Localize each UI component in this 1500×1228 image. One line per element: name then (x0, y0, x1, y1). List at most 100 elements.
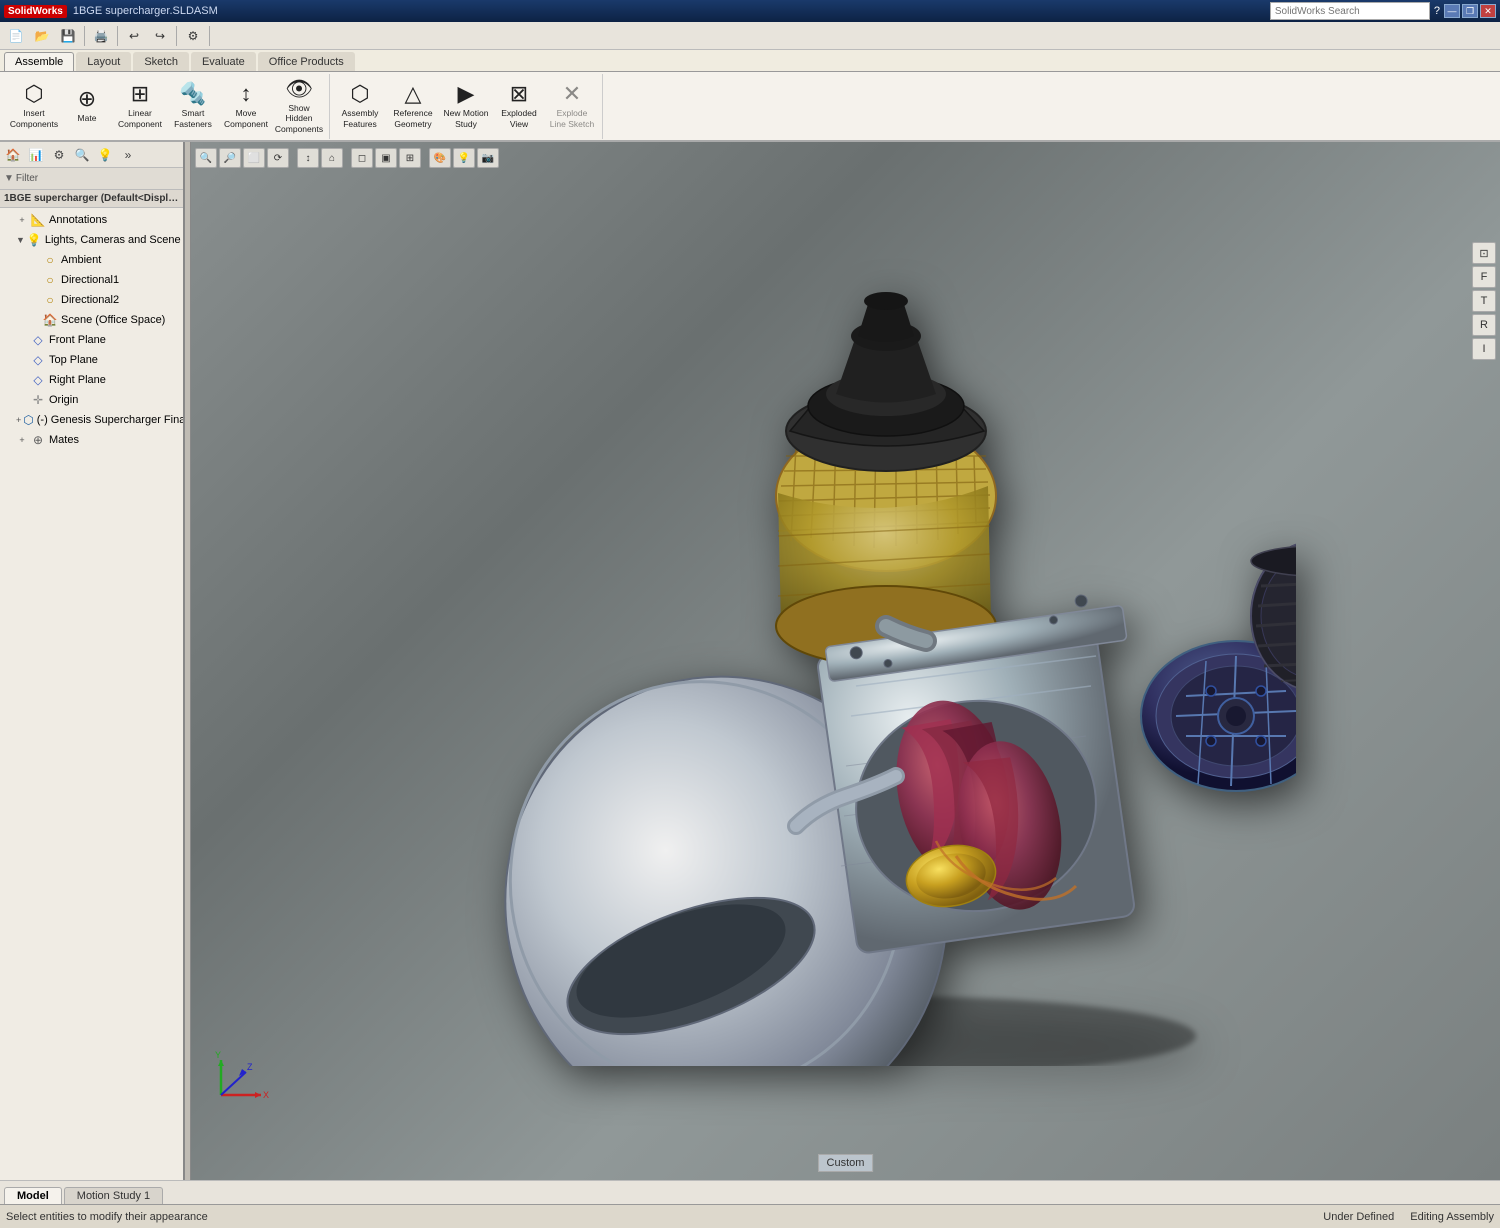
top-plane-icon: ◇ (30, 352, 46, 368)
display-mode-button[interactable]: ◻ (351, 148, 373, 168)
solidworks-logo: SolidWorks (4, 5, 67, 18)
orient-button[interactable]: ⌂ (321, 148, 343, 168)
lighting-button[interactable]: 💡 (453, 148, 475, 168)
exploded-view-button[interactable]: ⊠ Exploded View (493, 76, 545, 136)
new-file-button[interactable]: 📄 (4, 24, 28, 48)
panel-expand-button[interactable]: » (117, 144, 139, 166)
appearance-button[interactable]: 🎨 (429, 148, 451, 168)
search-help-icon[interactable]: ? (1430, 5, 1444, 17)
lights-icon: 💡 (27, 232, 42, 248)
shaded-button[interactable]: ▣ (375, 148, 397, 168)
linear-component-button[interactable]: ⊞ Linear Component (114, 76, 166, 136)
scene-expand (28, 314, 40, 326)
reference-geometry-button[interactable]: △ Reference Geometry (387, 76, 439, 136)
view-cube-button[interactable]: ⊡ (1472, 242, 1496, 264)
tree-item-directional2[interactable]: ○ Directional2 (0, 290, 183, 310)
panel-home-button[interactable]: 🏠 (2, 144, 24, 166)
camera-button[interactable]: 📷 (477, 148, 499, 168)
toolbar-separator-1 (84, 26, 85, 46)
feature-tree: + 📐 Annotations ▼ 💡 Lights, Cameras and … (0, 208, 183, 1180)
filter-bar: ▼ Filter (0, 168, 183, 190)
rotate-button[interactable]: ⟳ (267, 148, 289, 168)
viewport-toolbar: 🔍 🔎 ⬜ ⟳ ↕ ⌂ ◻ ▣ ⊞ 🎨 💡 📷 (195, 146, 1496, 170)
search-input[interactable] (1270, 2, 1430, 20)
view-right-button[interactable]: R (1472, 314, 1496, 336)
tree-item-ambient[interactable]: ○ Ambient (0, 250, 183, 270)
zoom-out-button[interactable]: 🔎 (219, 148, 241, 168)
ribbon-group-insert: ⬡ Insert Components ⊕ Mate ⊞ Linear Comp… (4, 74, 330, 139)
tree-item-lights[interactable]: ▼ 💡 Lights, Cameras and Scene (0, 230, 183, 250)
view-top-button[interactable]: T (1472, 290, 1496, 312)
viewport[interactable]: 🔍 🔎 ⬜ ⟳ ↕ ⌂ ◻ ▣ ⊞ 🎨 💡 📷 ⊡ F T R I (191, 142, 1500, 1180)
tree-item-genesis[interactable]: + ⬡ (-) Genesis Supercharger Final (0, 410, 183, 430)
svg-text:X: X (263, 1090, 269, 1100)
move-component-button[interactable]: ↕ Move Component (220, 76, 272, 136)
tree-item-annotations[interactable]: + 📐 Annotations (0, 210, 183, 230)
tab-layout[interactable]: Layout (76, 52, 131, 71)
pan-button[interactable]: ↕ (297, 148, 319, 168)
tree-item-front-plane[interactable]: ◇ Front Plane (0, 330, 183, 350)
view-iso-button[interactable]: I (1472, 338, 1496, 360)
right-mini-toolbar: ⊡ F T R I (1472, 242, 1496, 360)
tree-item-origin[interactable]: ✛ Origin (0, 390, 183, 410)
svg-text:Y: Y (215, 1050, 221, 1060)
tab-motion-study[interactable]: Motion Study 1 (64, 1187, 163, 1204)
panel-feature-button[interactable]: 📊 (25, 144, 47, 166)
statusbar: Select entities to modify their appearan… (0, 1204, 1500, 1228)
tree-item-top-plane[interactable]: ◇ Top Plane (0, 350, 183, 370)
explode-line-icon: ✕ (563, 83, 581, 105)
titlebar-controls[interactable]: — ❐ ✕ (1444, 4, 1496, 18)
directional2-icon: ○ (42, 292, 58, 308)
explode-line-label: Explode Line Sketch (549, 108, 595, 128)
close-button[interactable]: ✕ (1480, 4, 1496, 18)
panel-config-button[interactable]: 💡 (94, 144, 116, 166)
explode-line-button[interactable]: ✕ Explode Line Sketch (546, 76, 598, 136)
ribbon-group-assembly: ⬡ Assembly Features △ Reference Geometry… (330, 74, 603, 139)
exploded-view-icon: ⊠ (510, 83, 528, 105)
redo-button[interactable]: ↪ (148, 24, 172, 48)
open-file-button[interactable]: 📂 (30, 24, 54, 48)
smart-fasteners-label: Smart Fasteners (170, 108, 216, 128)
tree-item-scene[interactable]: 🏠 Scene (Office Space) (0, 310, 183, 330)
wireframe-button[interactable]: ⊞ (399, 148, 421, 168)
tree-item-right-plane[interactable]: ◇ Right Plane (0, 370, 183, 390)
lights-expand: ▼ (16, 234, 25, 246)
zoom-fit-button[interactable]: ⬜ (243, 148, 265, 168)
directional1-expand (28, 274, 40, 286)
zoom-in-button[interactable]: 🔍 (195, 148, 217, 168)
tab-model[interactable]: Model (4, 1187, 62, 1204)
print-button[interactable]: 🖨️ (89, 24, 113, 48)
restore-button[interactable]: ❐ (1462, 4, 1478, 18)
insert-components-icon: ⬡ (24, 83, 43, 105)
tab-office-products[interactable]: Office Products (258, 52, 355, 71)
lights-label: Lights, Cameras and Scene (45, 234, 181, 246)
tab-sketch[interactable]: Sketch (133, 52, 189, 71)
tab-assemble[interactable]: Assemble (4, 52, 74, 71)
reference-geometry-icon: △ (405, 83, 422, 105)
panel-search-button[interactable]: 🔍 (71, 144, 93, 166)
minimize-button[interactable]: — (1444, 4, 1460, 18)
tree-item-directional1[interactable]: ○ Directional1 (0, 270, 183, 290)
insert-components-button[interactable]: ⬡ Insert Components (8, 76, 60, 136)
undo-button[interactable]: ↩ (122, 24, 146, 48)
tree-item-mates[interactable]: + ⊕ Mates (0, 430, 183, 450)
toolbar-separator-3 (176, 26, 177, 46)
assembly-features-button[interactable]: ⬡ Assembly Features (334, 76, 386, 136)
show-hidden-icon: 👁 (285, 78, 313, 100)
panel-toolbar: 🏠 📊 ⚙ 🔍 💡 » (0, 142, 183, 168)
exploded-view-label: Exploded View (496, 108, 542, 128)
view-front-button[interactable]: F (1472, 266, 1496, 288)
new-motion-study-button[interactable]: ▶ New Motion Study (440, 76, 492, 136)
smart-fasteners-button[interactable]: 🔩 Smart Fasteners (167, 76, 219, 136)
rebuild-button[interactable]: ⚙ (181, 24, 205, 48)
show-hidden-button[interactable]: 👁 Show Hidden Components (273, 76, 325, 136)
save-button[interactable]: 💾 (56, 24, 80, 48)
right-plane-icon: ◇ (30, 372, 46, 388)
panel-properties-button[interactable]: ⚙ (48, 144, 70, 166)
top-plane-expand (16, 354, 28, 366)
tab-evaluate[interactable]: Evaluate (191, 52, 256, 71)
feature-tree-panel: 🏠 📊 ⚙ 🔍 💡 » ▼ Filter 1BGE supercharger (… (0, 142, 185, 1180)
mate-button[interactable]: ⊕ Mate (61, 76, 113, 136)
mates-icon: ⊕ (30, 432, 46, 448)
search-box[interactable]: ? (1270, 2, 1444, 20)
